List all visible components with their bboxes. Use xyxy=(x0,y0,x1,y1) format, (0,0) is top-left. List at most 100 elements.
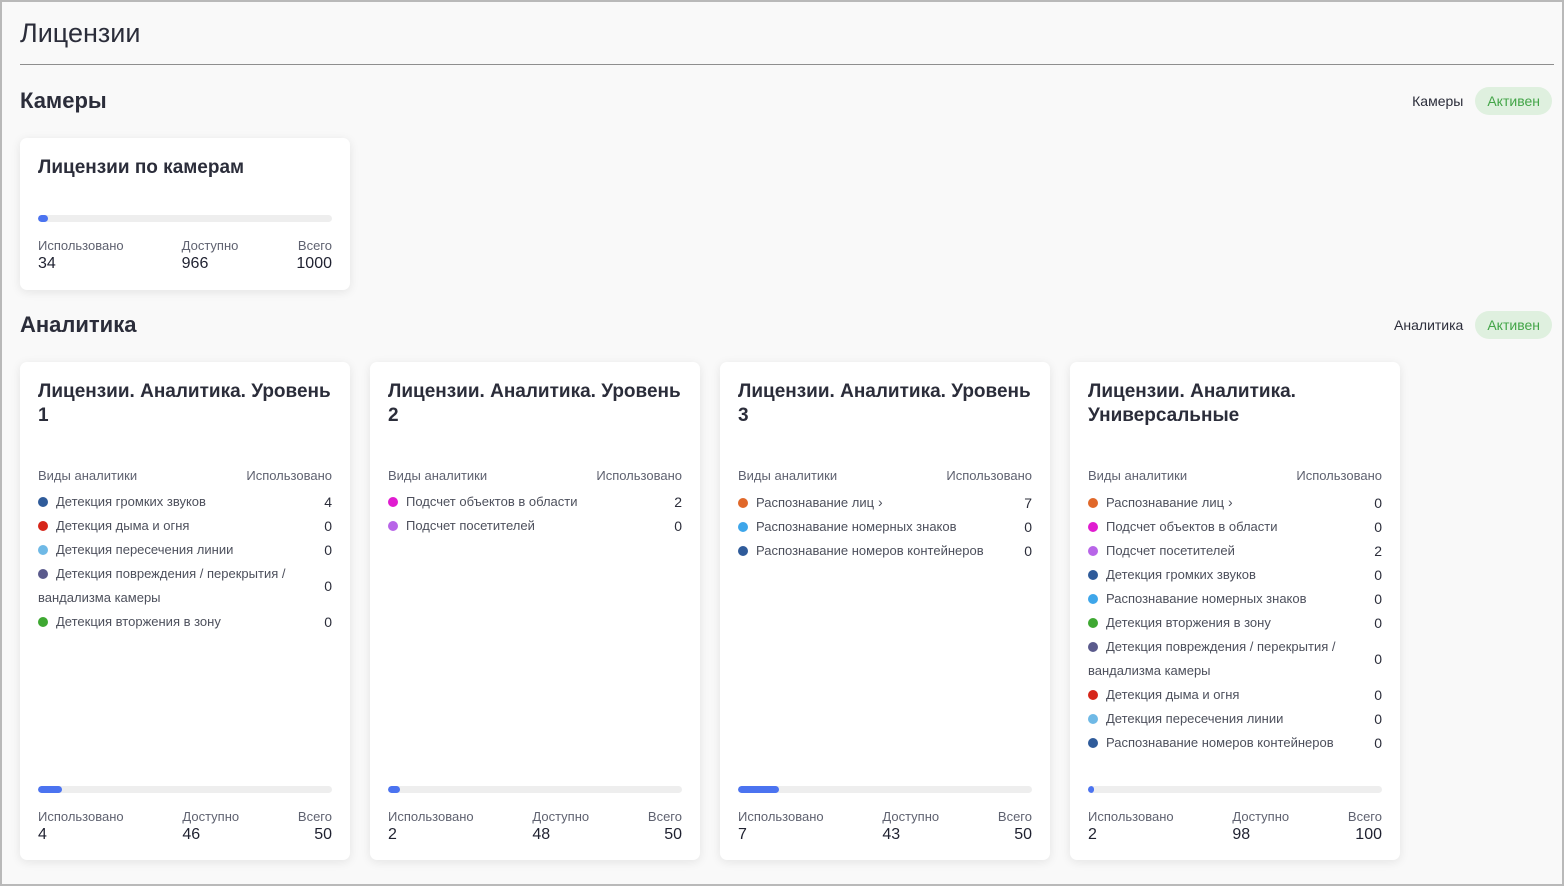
camera-license-card[interactable]: Лицензии по камерам Использовано 34 Дост… xyxy=(20,138,350,290)
usage-stats: Использовано 34 Доступно 966 Всего 1000 xyxy=(38,238,332,273)
stat-available: Доступно 98 xyxy=(1232,809,1289,844)
analytics-license-card[interactable]: Лицензии. Аналитика. Уровень 1 Виды анали… xyxy=(20,362,350,860)
analytics-type-count: 0 xyxy=(1024,543,1032,559)
analytics-type-name: Распознавание номерных знаков xyxy=(738,515,1024,539)
analytics-color-dot xyxy=(38,521,48,531)
stat-total: Всего 50 xyxy=(998,809,1032,844)
analytics-type-count: 0 xyxy=(1374,687,1382,703)
analytics-type-row: Распознавание номеров контейнеров 0 xyxy=(1088,731,1382,755)
analytics-type-count: 0 xyxy=(1374,591,1382,607)
stat-total-label: Всего xyxy=(297,238,332,253)
usage-stats: Использовано 2 Доступно 48 Всего 50 xyxy=(388,809,682,844)
analytics-type-label: Детекция вторжения в зону xyxy=(1106,615,1271,630)
analytics-type-count: 0 xyxy=(1374,711,1382,727)
stat-total-label: Всего xyxy=(997,809,1032,824)
chevron-right-icon[interactable]: › xyxy=(878,490,883,514)
analytics-list-header: Виды аналитики Использовано xyxy=(388,468,682,483)
analytics-type-count: 0 xyxy=(324,542,332,558)
stat-available-label: Доступно xyxy=(882,809,940,824)
analytics-status: Аналитика Активен xyxy=(1394,311,1552,339)
analytics-type-label: Распознавание номерных знаков xyxy=(756,519,957,534)
analytics-type-label: Подсчет посетителей xyxy=(406,518,535,533)
analytics-color-dot xyxy=(1088,714,1098,724)
analytics-types-header: Виды аналитики xyxy=(1088,468,1188,483)
analytics-type-name: Подсчет объектов в области xyxy=(1088,515,1374,539)
page-title: Лицензии xyxy=(20,18,141,48)
analytics-type-label: Детекция громких звуков xyxy=(56,494,206,509)
analytics-type-name: Распознавание лиц › xyxy=(738,490,1024,515)
analytics-color-dot xyxy=(388,521,398,531)
cameras-status-badge[interactable]: Активен xyxy=(1475,87,1552,115)
stat-available-label: Доступно xyxy=(532,809,590,824)
analytics-type-name: Подсчет посетителей xyxy=(388,514,674,538)
stat-used-label: Использовано xyxy=(38,809,124,824)
stat-total-value: 100 xyxy=(1355,826,1382,843)
usage-stats: Использовано 2 Доступно 98 Всего 100 xyxy=(1088,809,1382,844)
analytics-type-row: Подсчет посетителей 0 xyxy=(388,514,682,538)
analytics-type-name: Подсчет объектов в области xyxy=(388,490,674,514)
analytics-color-dot xyxy=(1088,738,1098,748)
analytics-type-row: Распознавание номерных знаков 0 xyxy=(738,515,1032,539)
analytics-color-dot xyxy=(738,546,748,556)
analytics-type-label: Детекция громких звуков xyxy=(1106,567,1256,582)
analytics-color-dot xyxy=(388,497,398,507)
analytics-license-card[interactable]: Лицензии. Аналитика. Уровень 3 Виды анали… xyxy=(720,362,1050,860)
stat-available: Доступно 966 xyxy=(182,238,239,273)
analytics-license-card[interactable]: Лицензии. Аналитика. Универсальные Виды а… xyxy=(1070,362,1400,860)
usage-progress-fill xyxy=(1088,786,1094,793)
analytics-type-count: 7 xyxy=(1024,494,1032,511)
analytics-color-dot xyxy=(1088,570,1098,580)
analytics-type-list: Подсчет объектов в области 2 Подсчет посет… xyxy=(388,490,682,538)
analytics-type-label: Подсчет посетителей xyxy=(1106,543,1235,558)
analytics-status-badge[interactable]: Активен xyxy=(1475,311,1552,339)
section-title-analytics: Аналитика xyxy=(20,312,137,337)
stat-used: Использовано 2 xyxy=(388,809,474,844)
stat-used-value: 2 xyxy=(1088,826,1097,843)
analytics-type-name: Детекция пересечения линии xyxy=(38,538,324,562)
analytics-color-dot xyxy=(738,522,748,532)
analytics-type-row: Детекция повреждения / перекрытия / ванд… xyxy=(1088,635,1382,683)
analytics-type-count: 0 xyxy=(324,518,332,534)
analytics-type-row: Распознавание номерных знаков 0 xyxy=(1088,587,1382,611)
stat-total-label: Всего xyxy=(1347,809,1382,824)
analytics-type-label: Подсчет объектов в области xyxy=(1106,519,1278,534)
title-divider xyxy=(20,64,1554,65)
analytics-color-dot xyxy=(38,569,48,579)
analytics-type-label: Распознавание номерных знаков xyxy=(1106,591,1307,606)
stat-total: Всего 50 xyxy=(648,809,682,844)
stat-total: Всего 1000 xyxy=(296,238,332,273)
analytics-type-label: Детекция повреждения / перекрытия / ванд… xyxy=(1088,639,1336,678)
analytics-type-name: Подсчет посетителей xyxy=(1088,539,1374,563)
analytics-type-row: Подсчет объектов в области 0 xyxy=(1088,515,1382,539)
analytics-type-name: Детекция дыма и огня xyxy=(1088,683,1374,707)
analytics-type-label: Распознавание номеров контейнеров xyxy=(1106,735,1334,750)
analytics-status-label: Аналитика xyxy=(1394,317,1464,333)
usage-stats: Использовано 4 Доступно 46 Всего 50 xyxy=(38,809,332,844)
analytics-type-count: 0 xyxy=(324,578,332,594)
usage-progress-bar xyxy=(38,786,332,793)
analytics-type-count: 2 xyxy=(674,494,682,510)
analytics-type-label: Детекция дыма и огня xyxy=(1106,687,1240,702)
analytics-type-count: 4 xyxy=(324,494,332,510)
analytics-color-dot xyxy=(38,545,48,555)
stat-total-value: 1000 xyxy=(296,255,332,272)
stat-available-value: 46 xyxy=(182,826,201,843)
analytics-type-name: Распознавание номеров контейнеров xyxy=(738,539,1024,563)
analytics-type-count: 0 xyxy=(1374,735,1382,751)
usage-progress-bar xyxy=(388,786,682,793)
analytics-type-count: 0 xyxy=(324,614,332,630)
analytics-type-list: Распознавание лиц › 7 Распознавание номерны… xyxy=(738,490,1032,563)
analytics-used-header: Использовано xyxy=(596,468,682,483)
stat-used: Использовано 4 xyxy=(38,809,124,844)
analytics-types-header: Виды аналитики xyxy=(738,468,838,483)
analytics-license-card[interactable]: Лицензии. Аналитика. Уровень 2 Виды анали… xyxy=(370,362,700,860)
analytics-used-header: Использовано xyxy=(946,468,1032,483)
card-title: Лицензии. Аналитика. Уровень 2 xyxy=(388,381,681,426)
stat-used: Использовано 34 xyxy=(38,238,124,273)
analytics-type-label: Распознавание номеров контейнеров xyxy=(756,543,984,558)
chevron-right-icon[interactable]: › xyxy=(1228,490,1233,514)
analytics-type-name: Детекция повреждения / перекрытия / ванд… xyxy=(38,562,324,610)
card-title: Лицензии. Аналитика. Универсальные xyxy=(1088,381,1296,426)
stat-available: Доступно 46 xyxy=(182,809,239,844)
analytics-type-label: Детекция вторжения в зону xyxy=(56,614,221,629)
